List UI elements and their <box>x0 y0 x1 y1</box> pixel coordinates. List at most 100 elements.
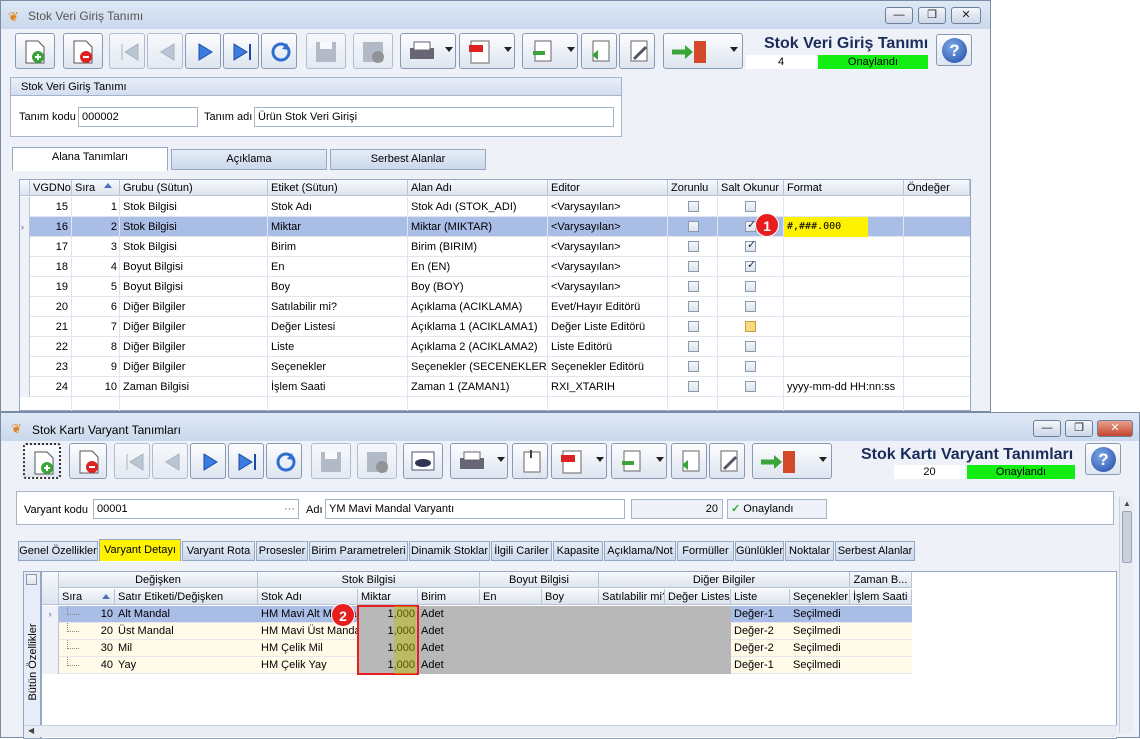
save-button-2[interactable] <box>311 443 351 479</box>
salt-okunur-checkbox[interactable] <box>745 201 756 212</box>
column-header[interactable]: Sıra <box>72 180 120 196</box>
column-header[interactable]: VGDNo <box>30 180 72 196</box>
back-button[interactable] <box>581 33 617 69</box>
print-button[interactable] <box>400 33 456 69</box>
zorunlu-checkbox[interactable] <box>688 361 699 372</box>
cell-format[interactable]: yyyy-mm-dd HH:nn:ss <box>784 377 904 397</box>
import-button-2[interactable] <box>611 443 667 479</box>
zorunlu-checkbox[interactable] <box>688 201 699 212</box>
scroll-up-arrow[interactable]: ▲ <box>1123 499 1131 508</box>
close-button-2[interactable]: ✕ <box>1097 420 1133 437</box>
variant-tab[interactable]: İlgili Cariler <box>491 541 552 561</box>
maximize-button[interactable]: ❐ <box>918 7 946 24</box>
window-titlebar[interactable]: ❦ Stok Veri Giriş Tanımı — ❐ ✕ <box>1 1 990 29</box>
column-header[interactable]: Salt Okunur <box>718 180 784 196</box>
column-header[interactable]: Öndeğer <box>904 180 970 196</box>
close-button[interactable]: ✕ <box>951 7 981 24</box>
salt-okunur-checkbox[interactable] <box>745 258 756 272</box>
refresh-button[interactable] <box>261 33 297 69</box>
column-header[interactable]: Boy <box>542 589 599 605</box>
cancel-save-button[interactable] <box>353 33 393 69</box>
print-button-2[interactable] <box>450 443 508 479</box>
cell-format[interactable] <box>784 277 904 297</box>
delete-button[interactable] <box>63 33 103 69</box>
refresh-button-2[interactable] <box>266 443 302 479</box>
nav-first-button-2[interactable] <box>114 443 150 479</box>
tab-aciklama[interactable]: Açıklama <box>171 149 327 170</box>
scroll-left-arrow[interactable]: ◀ <box>28 726 34 735</box>
cell-format[interactable] <box>784 197 904 217</box>
salt-okunur-checkbox[interactable] <box>745 238 756 252</box>
column-header[interactable]: Satır Etiketi/Değişken <box>115 589 258 605</box>
salt-okunur-checkbox[interactable] <box>745 361 756 372</box>
column-header[interactable]: Alan Adı <box>408 180 548 196</box>
column-header[interactable]: Zorunlu <box>668 180 718 196</box>
column-header[interactable]: Değer Listesi <box>665 589 731 605</box>
salt-okunur-checkbox[interactable] <box>745 381 756 392</box>
zorunlu-checkbox[interactable] <box>688 301 699 312</box>
pdf-export-button-2[interactable] <box>551 443 607 479</box>
column-header[interactable]: En <box>480 589 542 605</box>
variant-tab[interactable]: Açıklama/Not <box>604 541 676 561</box>
help-button-2[interactable]: ? <box>1085 443 1121 475</box>
code-input[interactable]: 000002 <box>78 107 198 127</box>
variant-tab[interactable]: Genel Özellikler <box>18 541 98 561</box>
minimize-button-2[interactable]: — <box>1033 420 1061 437</box>
variant-code-input[interactable]: 00001 ··· <box>93 499 299 519</box>
nav-prev-button-2[interactable] <box>152 443 188 479</box>
preview-button[interactable] <box>403 443 443 479</box>
settings-button[interactable] <box>619 33 655 69</box>
column-header[interactable]: Liste <box>731 589 790 605</box>
maximize-button-2[interactable]: ❐ <box>1065 420 1093 437</box>
cell-format[interactable]: #,###.000 <box>784 217 868 237</box>
minimize-button[interactable]: — <box>885 7 913 24</box>
variant-name-input[interactable]: YM Mavi Mandal Varyantı <box>325 499 625 519</box>
column-header[interactable]: Satılabilir mi? <box>599 589 665 605</box>
delete-button-2[interactable] <box>69 443 107 479</box>
zorunlu-checkbox[interactable] <box>688 341 699 352</box>
select-all-checkbox[interactable] <box>26 574 37 585</box>
help-button[interactable]: ? <box>936 34 972 66</box>
column-header[interactable]: Editor <box>548 180 668 196</box>
column-header[interactable]: Format <box>784 180 904 196</box>
cell-format[interactable] <box>784 257 904 277</box>
cell-format[interactable] <box>784 337 904 357</box>
settings-button-2[interactable] <box>709 443 745 479</box>
salt-okunur-checkbox[interactable] <box>745 301 756 312</box>
variant-tab[interactable]: Dinamik Stoklar <box>409 541 490 561</box>
column-header[interactable]: İşlem Saati <box>850 589 912 605</box>
zorunlu-checkbox[interactable] <box>688 281 699 292</box>
back-button-2[interactable] <box>671 443 707 479</box>
new-button-2[interactable] <box>23 443 61 479</box>
window-titlebar-2[interactable]: ❦ Stok Kartı Varyant Tanımları — ❐ ✕ <box>1 413 1139 441</box>
tab-alana-tanimlari[interactable]: Alana Tanımları <box>12 147 168 171</box>
column-header[interactable]: Birim <box>418 589 480 605</box>
variant-tab[interactable]: Günlükler <box>735 541 784 561</box>
vertical-scrollbar[interactable]: ▲ <box>1119 497 1133 733</box>
variant-tab[interactable]: Kapasite <box>553 541 603 561</box>
cancel-save-button-2[interactable] <box>357 443 397 479</box>
cell-format[interactable] <box>784 237 904 257</box>
salt-okunur-checkbox[interactable] <box>745 341 756 352</box>
variant-tab[interactable]: Prosesler <box>256 541 308 561</box>
nav-last-button[interactable] <box>223 33 259 69</box>
variant-tab[interactable]: Formüller <box>677 541 734 561</box>
variant-tab[interactable]: Varyant Rota <box>182 541 255 561</box>
import-button[interactable] <box>522 33 578 69</box>
lookup-ellipsis-button[interactable]: ··· <box>284 500 295 518</box>
column-header[interactable]: Etiket (Sütun) <box>268 180 408 196</box>
salt-okunur-checkbox[interactable] <box>745 281 756 292</box>
zorunlu-checkbox[interactable] <box>688 241 699 252</box>
tab-serbest-alanlar[interactable]: Serbest Alanlar <box>330 149 486 170</box>
scroll-thumb[interactable] <box>1122 511 1132 563</box>
attach-button[interactable] <box>512 443 548 479</box>
nav-last-button-2[interactable] <box>228 443 264 479</box>
nav-next-button[interactable] <box>185 33 221 69</box>
nav-prev-button[interactable] <box>147 33 183 69</box>
column-header[interactable]: Grubu (Sütun) <box>120 180 268 196</box>
variant-tab[interactable]: Noktalar <box>785 541 834 561</box>
exit-button[interactable] <box>663 33 743 69</box>
zorunlu-checkbox[interactable] <box>688 321 699 332</box>
horizontal-scrollbar[interactable]: ◀ <box>25 725 1117 737</box>
cell-format[interactable] <box>784 357 904 377</box>
